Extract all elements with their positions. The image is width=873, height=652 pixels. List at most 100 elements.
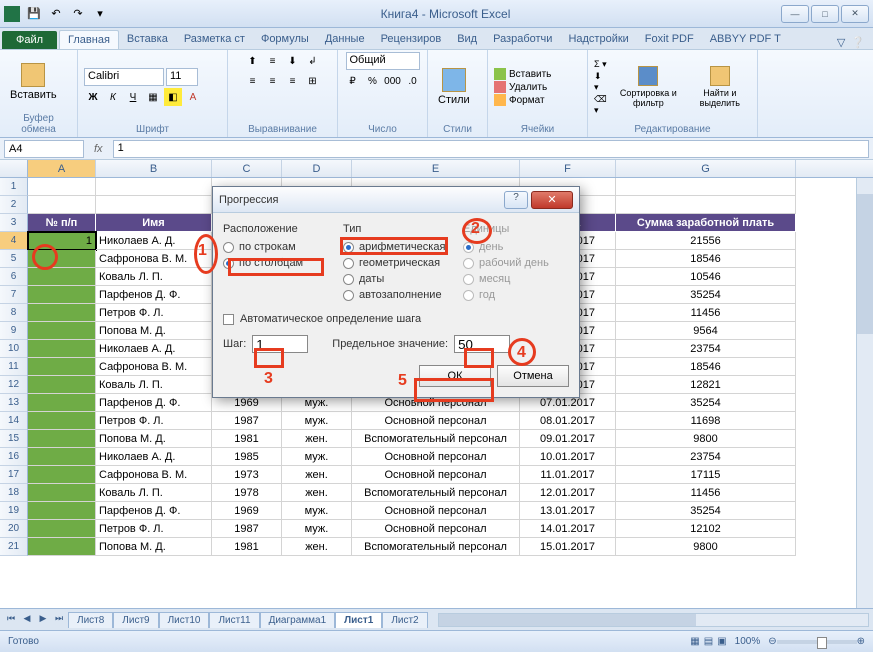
ribbon-tab-1[interactable]: Вставка (119, 30, 176, 49)
underline-button[interactable]: Ч (124, 88, 142, 106)
cell[interactable]: Николаев А. Д. (96, 340, 212, 358)
row-header[interactable]: 17 (0, 466, 28, 484)
cell[interactable]: муж. (282, 412, 352, 430)
align-left-icon[interactable]: ≡ (244, 72, 262, 90)
radio-by-rows[interactable]: по строкам (223, 239, 329, 255)
row-header[interactable]: 6 (0, 268, 28, 286)
font-size-combo[interactable]: 11 (166, 68, 198, 86)
cell[interactable] (96, 196, 212, 214)
cell[interactable]: Попова М. Д. (96, 538, 212, 556)
cell[interactable] (28, 538, 96, 556)
cell[interactable]: Основной персонал (352, 502, 520, 520)
styles-button[interactable]: Стили (434, 66, 474, 108)
cancel-button[interactable]: Отмена (497, 365, 569, 387)
row-header[interactable]: 18 (0, 484, 28, 502)
cell[interactable] (28, 178, 96, 196)
col-header-E[interactable]: E (352, 160, 520, 177)
cell[interactable] (96, 178, 212, 196)
cell[interactable]: Парфенов Д. Ф. (96, 394, 212, 412)
cell[interactable]: 1981 (212, 538, 282, 556)
sheet-tab[interactable]: Лист11 (209, 612, 259, 628)
cell[interactable] (28, 394, 96, 412)
cell[interactable]: 9564 (616, 322, 796, 340)
cell[interactable]: 11698 (616, 412, 796, 430)
sheet-tab[interactable]: Лист2 (382, 612, 427, 628)
col-header-C[interactable]: C (212, 160, 282, 177)
row-header[interactable]: 10 (0, 340, 28, 358)
align-bot-icon[interactable]: ⬇ (284, 52, 302, 70)
cell[interactable]: муж. (282, 448, 352, 466)
cell[interactable] (28, 358, 96, 376)
cell[interactable]: Петров Ф. Л. (96, 412, 212, 430)
header-cell[interactable]: Сумма заработной плать (616, 214, 796, 232)
currency-icon[interactable]: ₽ (344, 72, 362, 90)
dialog-close-button[interactable]: ✕ (531, 191, 573, 209)
radio-by-columns[interactable]: по столбцам (223, 255, 329, 271)
vertical-scrollbar[interactable] (856, 178, 873, 608)
cell[interactable]: 12.01.2017 (520, 484, 616, 502)
cell[interactable]: 1987 (212, 412, 282, 430)
cell[interactable]: 21556 (616, 232, 796, 250)
cell[interactable]: муж. (282, 520, 352, 538)
insert-cells-button[interactable]: Вставить (494, 68, 551, 80)
cell[interactable]: жен. (282, 538, 352, 556)
cell[interactable]: Попова М. Д. (96, 322, 212, 340)
cell[interactable]: жен. (282, 466, 352, 484)
view-break-icon[interactable]: ▣ (717, 636, 726, 647)
col-header-F[interactable]: F (520, 160, 616, 177)
col-header-A[interactable]: A (28, 160, 96, 177)
sheet-tab[interactable]: Лист8 (68, 612, 113, 628)
col-header-B[interactable]: B (96, 160, 212, 177)
font-name-combo[interactable]: Calibri (84, 68, 164, 86)
cell[interactable]: 17115 (616, 466, 796, 484)
align-right-icon[interactable]: ≡ (284, 72, 302, 90)
cell[interactable] (616, 196, 796, 214)
cell[interactable]: Сафронова В. М. (96, 358, 212, 376)
cell[interactable]: 12102 (616, 520, 796, 538)
delete-cells-button[interactable]: Удалить (494, 81, 551, 93)
cell[interactable]: Основной персонал (352, 448, 520, 466)
cell[interactable]: муж. (282, 502, 352, 520)
dialog-titlebar[interactable]: Прогрессия ? ✕ (213, 187, 579, 213)
cell[interactable] (28, 304, 96, 322)
radio-dates[interactable]: даты (343, 271, 449, 287)
cell[interactable]: 09.01.2017 (520, 430, 616, 448)
ribbon-tab-4[interactable]: Данные (317, 30, 373, 49)
find-select-button[interactable]: Найти и выделить (689, 64, 751, 110)
radio-arithmetic[interactable]: арифметическая (343, 239, 449, 255)
help-icon[interactable]: ❔ (851, 36, 865, 49)
col-header-D[interactable]: D (282, 160, 352, 177)
paste-button[interactable]: Вставить (6, 61, 61, 103)
cell[interactable]: Попова М. Д. (96, 430, 212, 448)
cell[interactable]: Николаев А. Д. (96, 232, 212, 250)
cell[interactable]: 11456 (616, 484, 796, 502)
row-header[interactable]: 5 (0, 250, 28, 268)
cell[interactable]: 35254 (616, 286, 796, 304)
autodetect-checkbox[interactable]: Автоматическое определение шага (223, 313, 569, 325)
number-format-combo[interactable]: Общий (346, 52, 420, 70)
col-header-G[interactable]: G (616, 160, 796, 177)
clear-icon[interactable]: ⌫ ▾ (594, 94, 608, 116)
cell[interactable] (28, 376, 96, 394)
italic-button[interactable]: К (104, 88, 122, 106)
cell[interactable] (616, 178, 796, 196)
cell[interactable]: Сафронова В. М. (96, 250, 212, 268)
border-button[interactable]: ▦ (144, 88, 162, 106)
close-window-button[interactable]: ✕ (841, 5, 869, 23)
radio-geometric[interactable]: геометрическая (343, 255, 449, 271)
name-box[interactable] (4, 140, 84, 158)
align-top-icon[interactable]: ⬆ (244, 52, 262, 70)
cell[interactable]: Петров Ф. Л. (96, 304, 212, 322)
cell[interactable]: жен. (282, 484, 352, 502)
row-header[interactable]: 12 (0, 376, 28, 394)
cell[interactable]: 35254 (616, 394, 796, 412)
fill-icon[interactable]: ⬇ ▾ (594, 71, 608, 93)
cell[interactable]: 9800 (616, 538, 796, 556)
row-header[interactable]: 2 (0, 196, 28, 214)
sheet-tab[interactable]: Лист10 (159, 612, 210, 628)
row-header[interactable]: 8 (0, 304, 28, 322)
qat-undo-icon[interactable]: ↶ (46, 4, 66, 24)
cell[interactable]: 10546 (616, 268, 796, 286)
cell[interactable] (28, 502, 96, 520)
horizontal-scrollbar[interactable] (438, 613, 869, 627)
